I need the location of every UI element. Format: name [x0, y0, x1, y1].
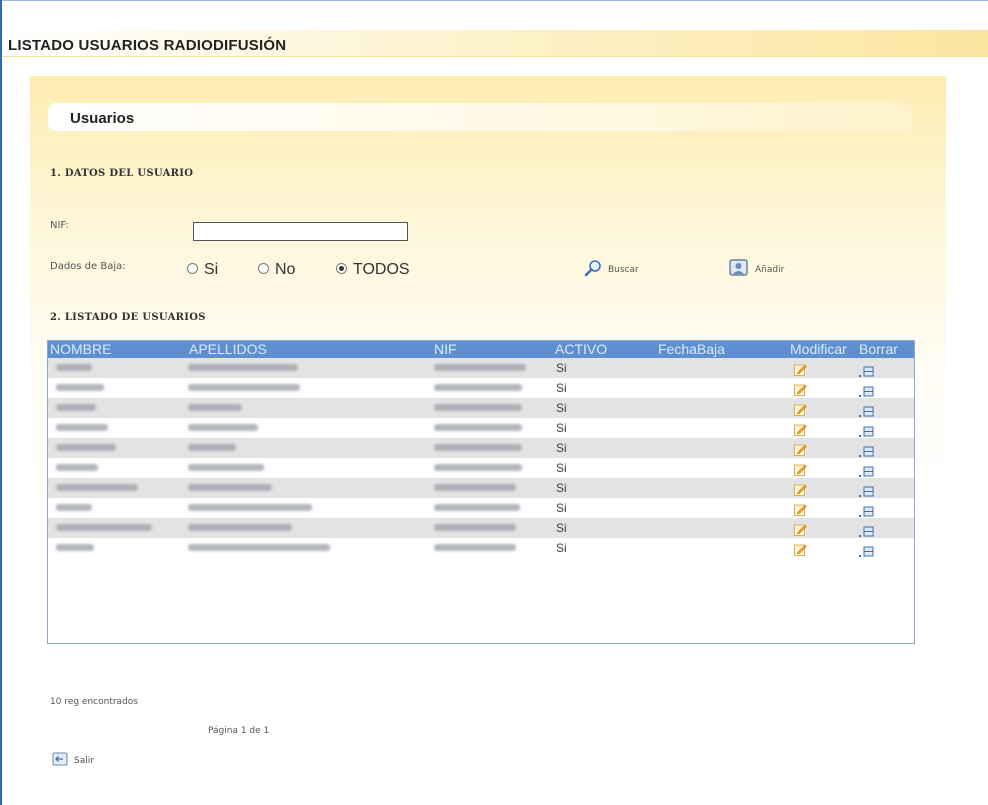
table-row: Si [48, 378, 914, 398]
activo-cell: Si [556, 481, 567, 495]
nif-input[interactable] [193, 222, 408, 241]
delete-icon[interactable] [858, 542, 874, 561]
pagination-info: Página 1 de 1 [208, 726, 270, 736]
col-borrar: Borrar [859, 341, 898, 357]
table-row: Si [48, 538, 914, 558]
activo-cell: Si [556, 441, 567, 455]
col-apellidos[interactable]: APELLIDOS [189, 341, 267, 358]
nif-redacted [434, 464, 522, 471]
window-left-border [0, 0, 2, 805]
nombre-redacted [56, 384, 104, 391]
anadir-button[interactable]: Añadir [729, 259, 784, 280]
table-row: Si [48, 478, 914, 498]
nombre-redacted [56, 484, 138, 491]
table-row: Si [48, 398, 914, 418]
nombre-redacted [56, 424, 108, 431]
radio-si-circle[interactable] [187, 263, 198, 274]
page-title: LISTADO USUARIOS RADIODIFUSIÓN [8, 37, 287, 54]
apellidos-redacted [188, 384, 300, 391]
nombre-redacted [56, 404, 96, 411]
activo-cell: Si [556, 541, 567, 555]
nif-redacted [434, 364, 526, 371]
nif-redacted [434, 524, 516, 531]
exit-icon [52, 752, 68, 769]
nombre-redacted [56, 524, 152, 531]
radio-si-label: Si [204, 261, 219, 278]
nombre-redacted [56, 544, 94, 551]
apellidos-redacted [188, 424, 258, 431]
col-modificar: Modificar [790, 341, 847, 357]
panel-title: Usuarios [70, 110, 135, 127]
activo-cell: Si [556, 501, 567, 515]
radio-todos-label: TODOS [353, 261, 410, 278]
table-row: Si [48, 438, 914, 458]
nif-redacted [434, 384, 522, 391]
nombre-redacted [56, 364, 92, 371]
anadir-label: Añadir [755, 265, 785, 275]
table-header: NOMBRE APELLIDOS NIF ACTIVO FechaBaja Mo… [48, 341, 914, 358]
apellidos-redacted [188, 524, 292, 531]
radio-si[interactable]: Si [187, 261, 218, 279]
nif-redacted [434, 544, 516, 551]
activo-cell: Si [556, 521, 567, 535]
users-table: NOMBRE APELLIDOS NIF ACTIVO FechaBaja Mo… [47, 340, 915, 644]
magnifier-icon [584, 259, 602, 280]
nif-redacted [434, 444, 522, 451]
salir-label: Salir [74, 756, 94, 766]
apellidos-redacted [188, 404, 242, 411]
apellidos-redacted [188, 544, 330, 551]
apellidos-redacted [188, 504, 312, 511]
buscar-button[interactable]: Buscar [584, 259, 639, 280]
table-row: Si [48, 498, 914, 518]
nif-redacted [434, 504, 520, 511]
activo-cell: Si [556, 401, 567, 415]
table-row: Si [48, 418, 914, 438]
nif-label: NIF: [50, 220, 69, 231]
col-activo[interactable]: ACTIVO [555, 341, 607, 358]
activo-cell: Si [556, 361, 567, 375]
buscar-label: Buscar [608, 265, 639, 275]
record-count: 10 reg encontrados [50, 697, 138, 707]
col-nif[interactable]: NIF [434, 341, 457, 358]
pencil-edit-icon[interactable] [794, 541, 807, 560]
nif-redacted [434, 424, 522, 431]
apellidos-redacted [188, 444, 236, 451]
radio-todos-circle[interactable] [336, 263, 347, 274]
nombre-redacted [56, 504, 92, 511]
col-nombre[interactable]: NOMBRE [50, 341, 111, 358]
dados-de-baja-label: Dados de Baja: [50, 261, 126, 272]
window-top-border [0, 0, 988, 1]
panel-header [48, 103, 912, 131]
nombre-redacted [56, 464, 98, 471]
table-row: Si [48, 358, 914, 378]
section-listado-usuarios: 2. LISTADO DE USUARIOS [50, 312, 206, 323]
apellidos-redacted [188, 364, 298, 371]
radio-no[interactable]: No [258, 261, 295, 279]
activo-cell: Si [556, 461, 567, 475]
apellidos-redacted [188, 484, 272, 491]
radio-no-label: No [275, 261, 296, 278]
table-row: Si [48, 458, 914, 478]
table-row: Si [48, 518, 914, 538]
add-user-icon [729, 259, 749, 280]
radio-todos[interactable]: TODOS [336, 261, 410, 279]
nombre-redacted [56, 444, 116, 451]
col-fechabaja[interactable]: FechaBaja [658, 341, 725, 358]
radio-no-circle[interactable] [258, 263, 269, 274]
salir-button[interactable]: Salir [52, 752, 94, 769]
section-datos-usuario: 1. DATOS DEL USUARIO [50, 168, 194, 179]
nif-redacted [434, 484, 516, 491]
activo-cell: Si [556, 381, 567, 395]
apellidos-redacted [188, 464, 264, 471]
activo-cell: Si [556, 421, 567, 435]
nif-redacted [434, 404, 522, 411]
